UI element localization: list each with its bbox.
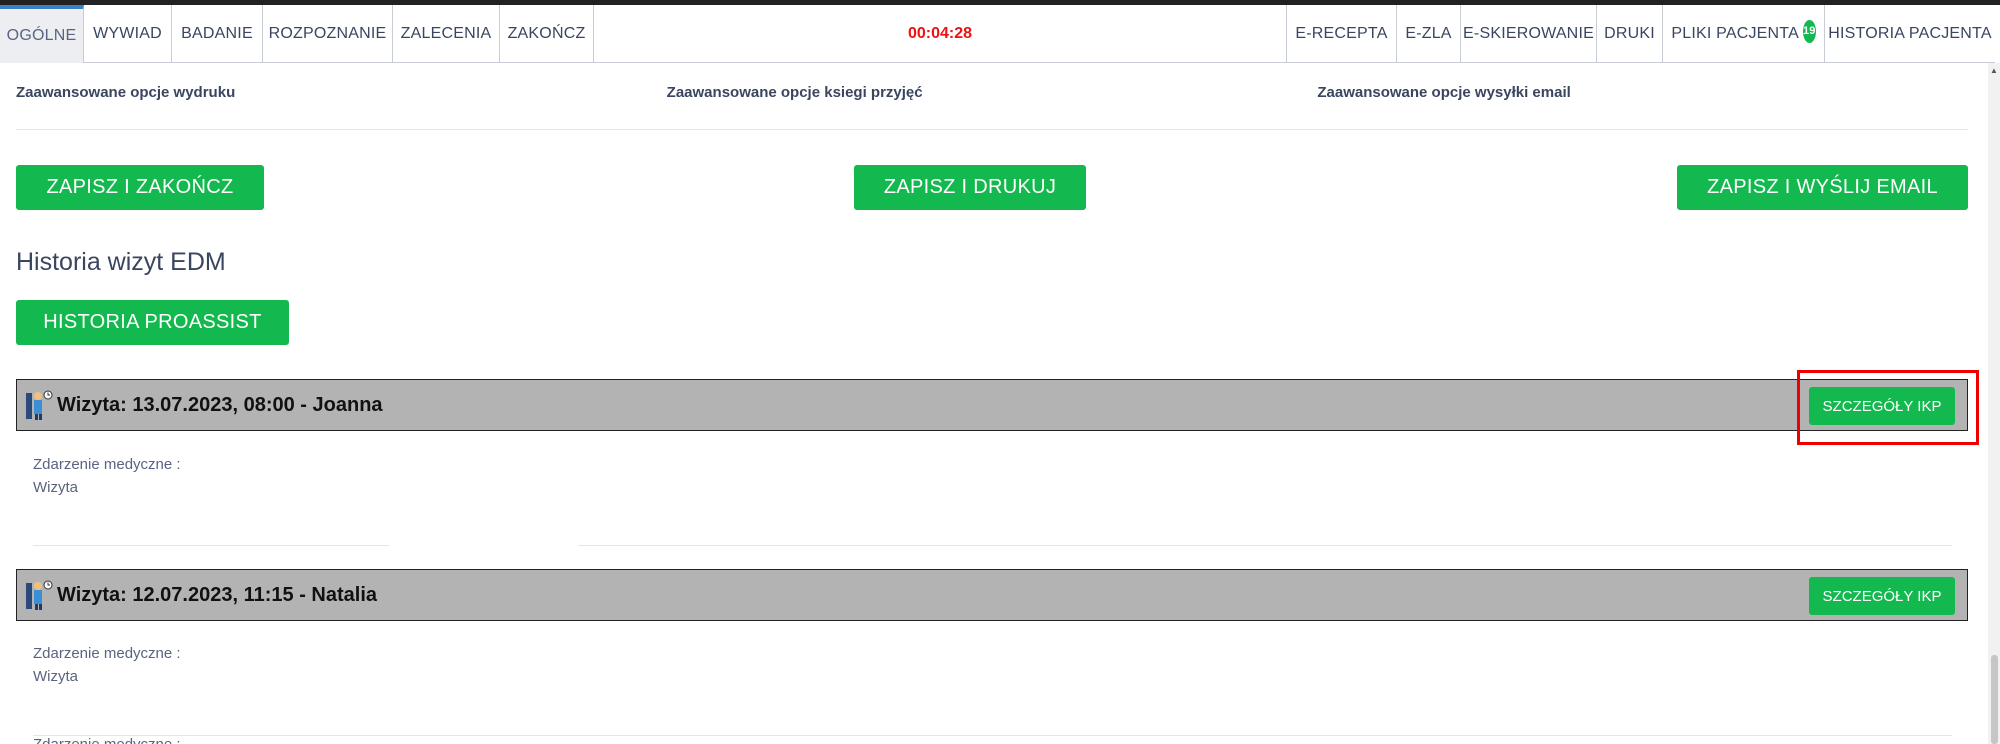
scroll-up-arrow-icon[interactable]: ▲ [1989,66,1999,75]
history-proassist-button[interactable]: HISTORIA PROASSIST [16,300,289,345]
tab-e-zla[interactable]: E-ZLA [1397,5,1461,63]
tab-historia-pacjenta[interactable]: HISTORIA PACJENTA [1825,5,1995,63]
ikp-details-button[interactable]: SZCZEGÓŁY IKP [1809,577,1955,615]
visit-title: Wizyta: 12.07.2023, 11:15 - Natalia [57,583,377,606]
medical-event-value: Wizyta [33,479,78,496]
visit-title: Wizyta: 13.07.2023, 08:00 - Joanna [57,393,383,416]
patient-visit-icon [25,389,53,421]
page-scrollbar[interactable] [1988,63,2000,744]
save-and-email-button[interactable]: ZAPISZ I WYŚLIJ EMAIL [1677,165,1968,210]
history-section-title: Historia wizyt EDM [16,248,226,276]
tab-zalecenia[interactable]: ZALECENIA [393,5,500,63]
tab-e-recepta[interactable]: E-RECEPTA [1287,5,1397,63]
tab-pliki-pacjenta-label: PLIKI PACJENTA [1671,25,1799,42]
tab-ogolne[interactable]: OGÓLNE [0,5,84,63]
tab-druki[interactable]: DRUKI [1597,5,1663,63]
visit-timer: 00:04:28 [594,5,1287,62]
medical-event-label: Zdarzenie medyczne : [33,645,181,662]
save-and-print-button[interactable]: ZAPISZ I DRUKUJ [854,165,1086,210]
advanced-book-options-link[interactable]: Zaawansowane opcje ksiegi przyjęć [667,84,1318,101]
visit-header: Wizyta: 13.07.2023, 08:00 - Joanna SZCZE… [16,379,1968,431]
advanced-print-options-link[interactable]: Zaawansowane opcje wydruku [16,84,667,101]
top-navigation: OGÓLNE WYWIAD BADANIE ROZPOZNANIE ZALECE… [0,5,1995,63]
highlight-box [1797,370,1979,445]
tab-pliki-pacjenta[interactable]: PLIKI PACJENTA 19 [1663,5,1825,63]
medical-event-value: Wizyta [33,668,78,685]
files-count-badge: 19 [1802,19,1816,43]
tab-rozpoznanie[interactable]: ROZPOZNANIE [263,5,393,63]
advanced-email-options-link[interactable]: Zaawansowane opcje wysyłki email [1317,84,1968,101]
tab-wywiad[interactable]: WYWIAD [84,5,172,63]
visit-divider [578,545,1952,546]
visit-header: Wizyta: 12.07.2023, 11:15 - Natalia SZCZ… [16,569,1968,621]
save-and-finish-button[interactable]: ZAPISZ I ZAKOŃCZ [16,165,264,210]
tab-badanie[interactable]: BADANIE [172,5,263,63]
medical-event-label: Zdarzenie medyczne : [33,456,181,473]
visit-divider [33,545,389,546]
visit-divider [33,735,1952,736]
medical-event-label: Zdarzenie medyczne : [33,736,181,744]
scrollbar-thumb[interactable] [1991,655,1998,744]
advanced-options-row: Zaawansowane opcje wydruku Zaawansowane … [16,84,1968,101]
options-divider [16,129,1968,130]
tab-e-skierowanie[interactable]: E-SKIEROWANIE [1461,5,1597,63]
patient-visit-icon [25,579,53,611]
tab-zakoncz[interactable]: ZAKOŃCZ [500,5,594,63]
